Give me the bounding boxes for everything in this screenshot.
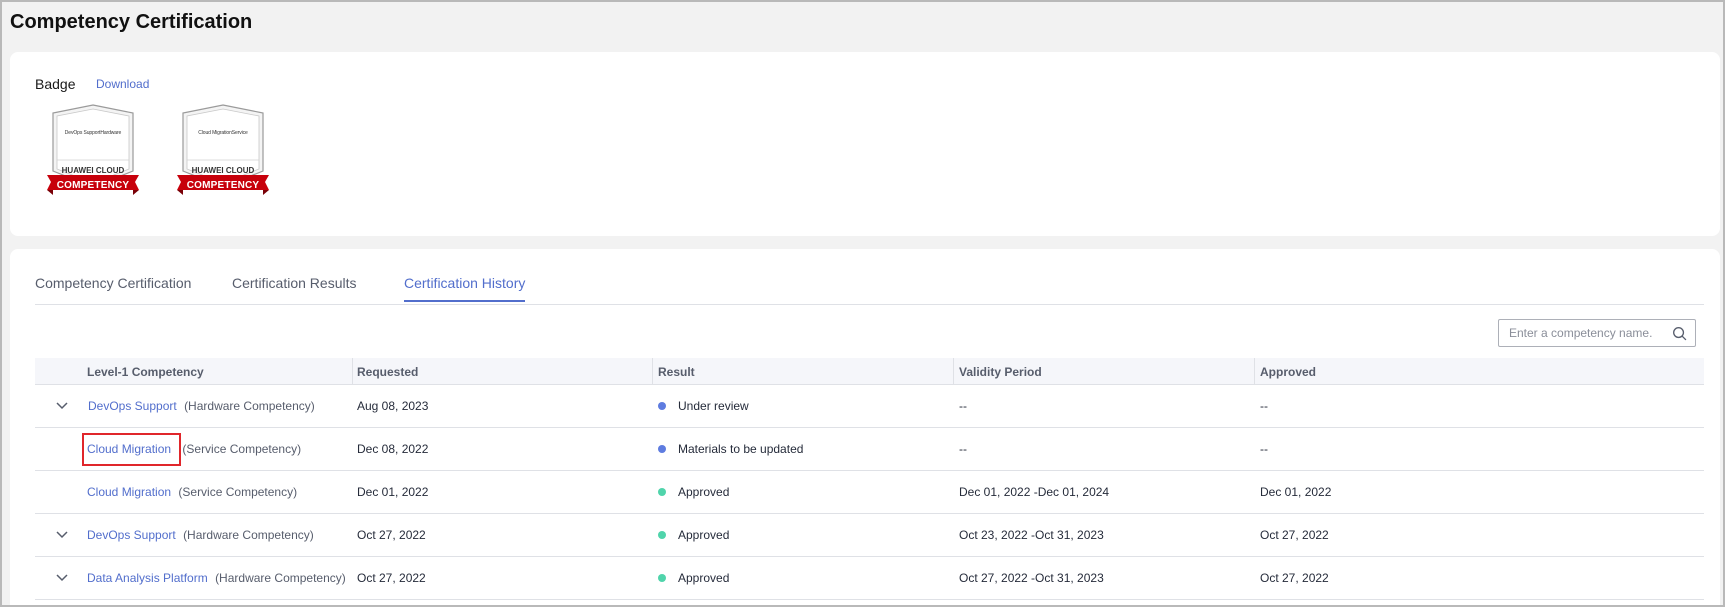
status-dot-icon: [658, 402, 666, 410]
status-dot-icon: [658, 445, 666, 453]
tab-competency-certification[interactable]: Competency Certification: [35, 275, 191, 300]
result-text: Approved: [678, 571, 730, 585]
column-divider: [953, 358, 954, 385]
competency-type: (Service Competency): [178, 485, 298, 499]
result-cell: Under review: [658, 399, 749, 413]
approved-date: Oct 27, 2022: [1260, 528, 1329, 542]
result-cell: Materials to be updated: [658, 442, 803, 456]
column-divider: [1254, 358, 1255, 385]
validity-period: Oct 27, 2022 -Oct 31, 2023: [959, 571, 1104, 585]
tab-bar: Competency Certification Certification R…: [35, 255, 1704, 305]
result-cell: Approved: [658, 571, 729, 585]
result-text: Approved: [678, 485, 730, 499]
chevron-down-icon[interactable]: [55, 528, 69, 542]
column-divider: [652, 358, 653, 385]
badge-cloud-migration: Cloud MigrationService HUAWEI CLOUD COMP…: [173, 103, 273, 208]
competency-type: (Service Competency): [182, 442, 302, 456]
table-header: Level-1 Competency Requested Result Vali…: [35, 358, 1704, 385]
badge-ribbon: COMPETENCY: [186, 180, 260, 191]
competency-cell: DevOps Support (Hardware Competency): [88, 399, 315, 413]
validity-period: Dec 01, 2022 -Dec 01, 2024: [959, 485, 1110, 499]
approved-date: Dec 01, 2022: [1260, 485, 1332, 499]
status-dot-icon: [658, 574, 666, 582]
table-row: DevOps Support (Hardware Competency) Oct…: [35, 514, 1704, 557]
status-dot-icon: [658, 531, 666, 539]
badge-card: Badge Download DevOps SupportHardware HU…: [10, 52, 1720, 236]
table-row: DevOps Support (Hardware Competency) Aug…: [35, 385, 1704, 428]
validity-period: --: [959, 399, 967, 413]
validity-period: --: [959, 442, 967, 456]
history-card: Competency Certification Certification R…: [10, 249, 1720, 605]
badge-text: DevOps SupportHardware: [64, 130, 122, 136]
competency-link[interactable]: Cloud Migration: [87, 485, 171, 499]
status-dot-icon: [658, 488, 666, 496]
result-cell: Approved: [658, 485, 729, 499]
approved-date: Oct 27, 2022: [1260, 571, 1329, 585]
competency-link[interactable]: Cloud Migration: [87, 442, 171, 456]
requested-date: Aug 08, 2023: [357, 399, 429, 413]
tab-certification-history[interactable]: Certification History: [404, 275, 526, 302]
requested-date: Oct 27, 2022: [357, 571, 426, 585]
search-box: [1498, 319, 1696, 347]
header-level-1-competency: Level-1 Competency: [87, 365, 204, 379]
tab-certification-results[interactable]: Certification Results: [232, 275, 357, 300]
competency-cell: Data Analysis Platform (Hardware Compete…: [87, 571, 346, 585]
badge-brand: HUAWEI CLOUD: [61, 166, 125, 175]
badge-brand: HUAWEI CLOUD: [191, 166, 255, 175]
search-input[interactable]: [1499, 320, 1669, 346]
header-result: Result: [658, 365, 695, 379]
result-text: Approved: [678, 528, 730, 542]
table-row: Cloud Migration (Service Competency) Dec…: [35, 471, 1704, 514]
approved-date: --: [1260, 442, 1268, 456]
badge-shield-icon: [177, 104, 269, 195]
requested-date: Dec 01, 2022: [357, 485, 429, 499]
header-requested: Requested: [357, 365, 419, 379]
chevron-down-icon[interactable]: [55, 399, 69, 413]
competency-cell: Cloud Migration (Service Competency): [87, 442, 301, 456]
competency-link[interactable]: Data Analysis Platform: [87, 571, 208, 585]
competency-type: (Hardware Competency): [183, 528, 314, 542]
page-title: Competency Certification: [10, 11, 253, 33]
search-icon[interactable]: [1672, 326, 1687, 341]
validity-period: Oct 23, 2022 -Oct 31, 2023: [959, 528, 1104, 542]
badge-shield-icon: [47, 104, 139, 195]
result-text: Under review: [678, 399, 749, 413]
competency-link[interactable]: DevOps Support: [87, 528, 176, 542]
competency-type: (Hardware Competency): [184, 399, 315, 413]
chevron-down-icon[interactable]: [55, 571, 69, 585]
competency-cell: DevOps Support (Hardware Competency): [87, 528, 314, 542]
app-frame: Competency Certification Badge Download …: [0, 0, 1725, 607]
requested-date: Oct 27, 2022: [357, 528, 426, 542]
table-row: Data Analysis Platform (Hardware Compete…: [35, 557, 1704, 600]
header-approved: Approved: [1260, 365, 1317, 379]
certification-history-table: Level-1 Competency Requested Result Vali…: [35, 358, 1704, 600]
result-text: Materials to be updated: [678, 442, 804, 456]
badge-label: Badge: [35, 76, 76, 92]
requested-date: Dec 08, 2022: [357, 442, 429, 456]
header-validity-period: Validity Period: [959, 365, 1042, 379]
download-link[interactable]: Download: [96, 77, 149, 91]
badge-devops-support: DevOps SupportHardware HUAWEI CLOUD COMP…: [43, 103, 143, 208]
badge-text: Cloud MigrationService: [198, 130, 248, 136]
column-divider: [352, 358, 353, 385]
approved-date: --: [1260, 399, 1268, 413]
result-cell: Approved: [658, 528, 729, 542]
competency-link[interactable]: DevOps Support: [88, 399, 177, 413]
competency-type: (Hardware Competency): [215, 571, 346, 585]
competency-cell: Cloud Migration (Service Competency): [87, 485, 297, 499]
badge-ribbon: COMPETENCY: [56, 180, 130, 191]
table-row: Cloud Migration (Service Competency) Dec…: [35, 428, 1704, 471]
